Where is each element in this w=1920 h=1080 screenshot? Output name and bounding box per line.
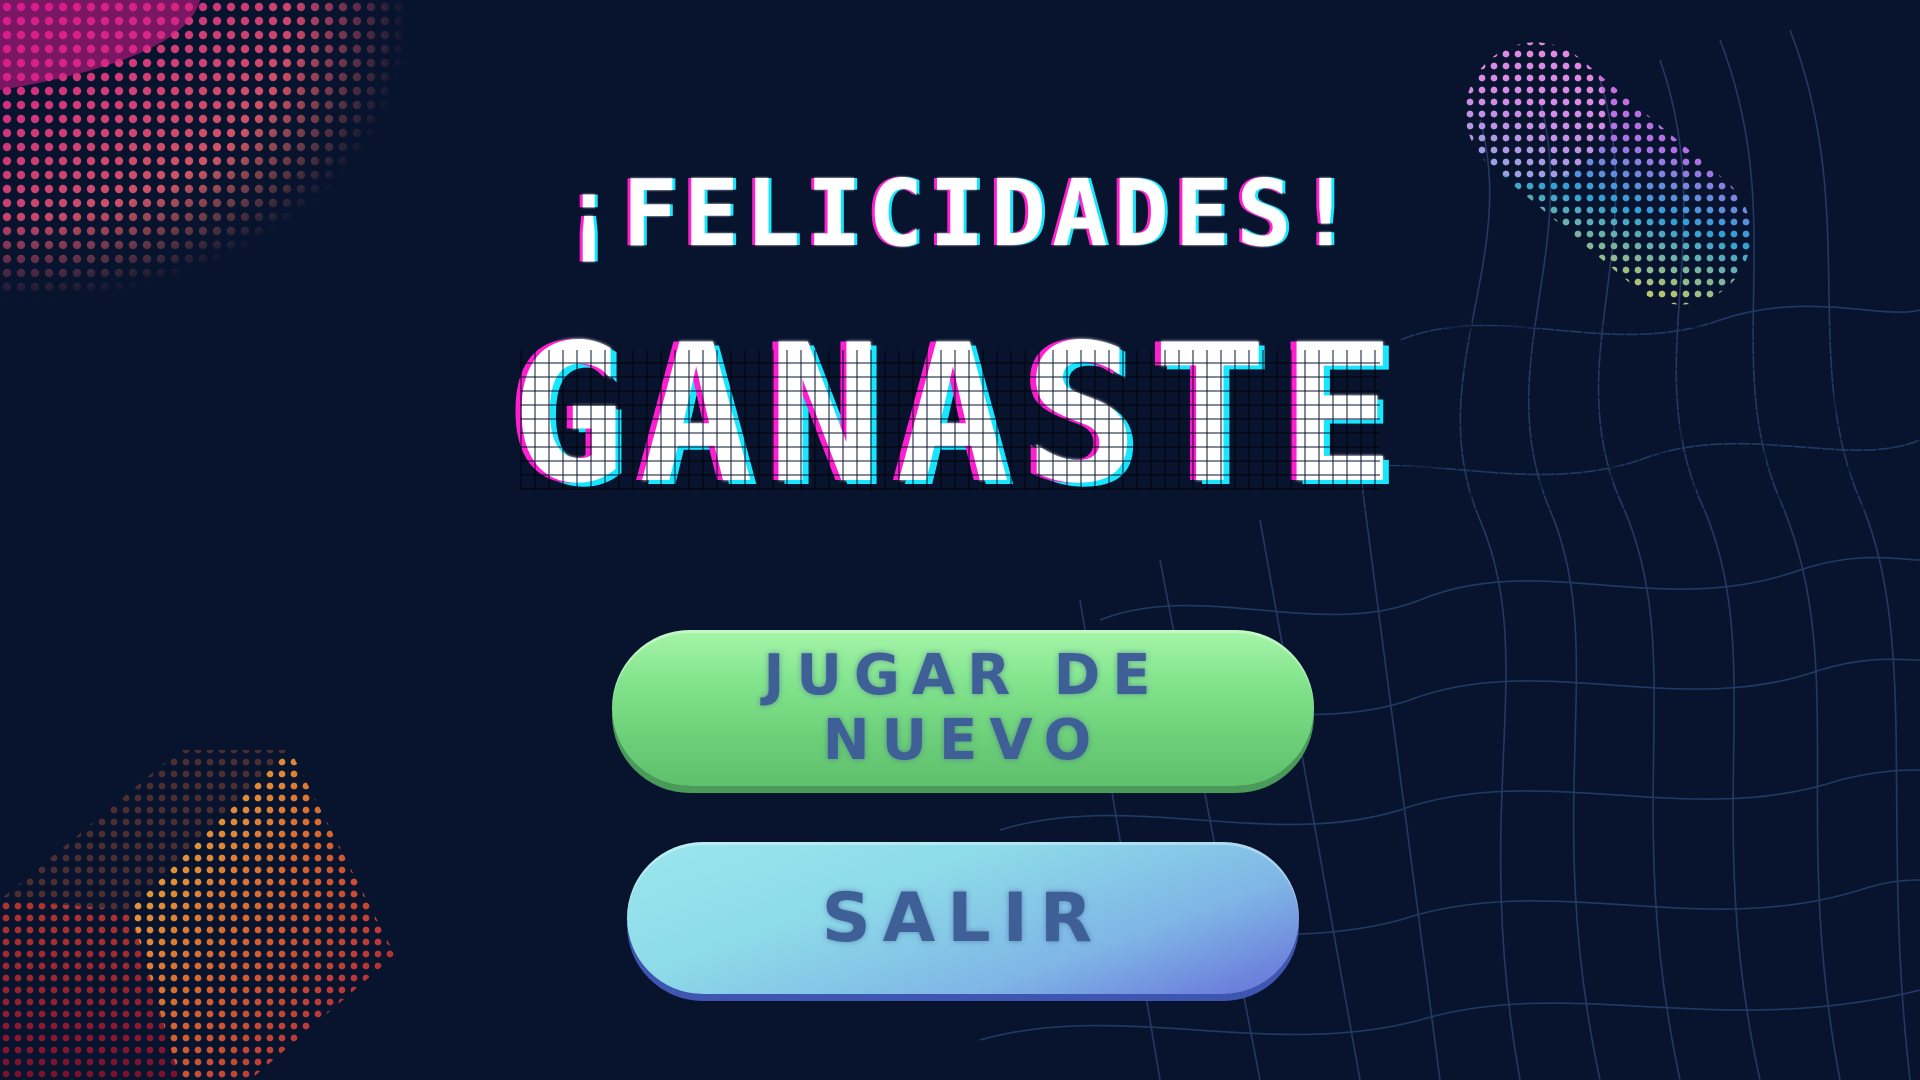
halftone-cube xyxy=(0,750,395,1080)
congratulations-heading: ¡FELICIDADES! xyxy=(560,160,1360,267)
play-again-button[interactable]: JUGAR DE NUEVO xyxy=(612,630,1314,786)
exit-button[interactable]: SALIR xyxy=(627,842,1299,994)
victory-screen: ¡FELICIDADES! GANASTE JUGAR DE NUEVO SAL… xyxy=(0,0,1920,1080)
win-title: GANASTE xyxy=(0,320,1920,510)
